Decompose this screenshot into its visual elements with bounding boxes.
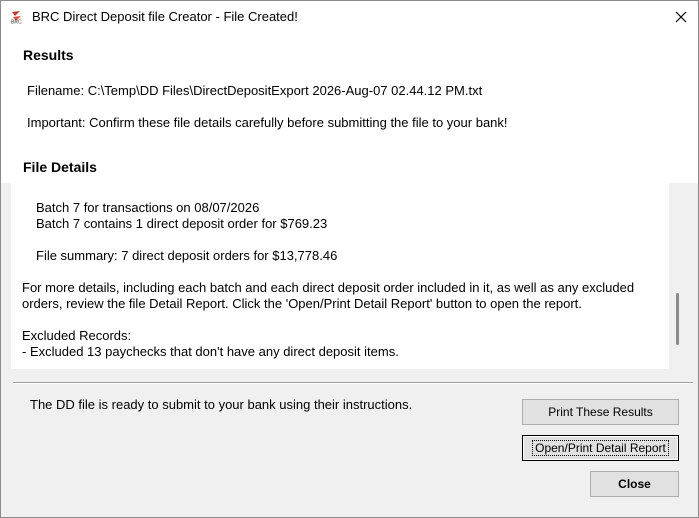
dialog-window: BRC BRC Direct Deposit file Creator - Fi… bbox=[0, 0, 699, 518]
filename-text: Filename: C:\Temp\DD Files\DirectDeposit… bbox=[27, 83, 483, 98]
title-bar: BRC BRC Direct Deposit file Creator - Fi… bbox=[1, 1, 698, 33]
detail-line: Excluded Records: bbox=[22, 328, 132, 343]
open-print-detail-report-button[interactable]: Open/Print Detail Report bbox=[522, 435, 679, 461]
detail-button-label: Open/Print Detail Report bbox=[532, 440, 669, 456]
detail-line: File summary: 7 direct deposit orders fo… bbox=[36, 248, 338, 263]
window-title: BRC Direct Deposit file Creator - File C… bbox=[32, 9, 298, 24]
detail-line: - Excluded 13 paychecks that don't have … bbox=[22, 344, 399, 359]
vertical-scrollbar[interactable] bbox=[669, 183, 686, 369]
results-heading: Results bbox=[23, 47, 74, 63]
file-details-heading: File Details bbox=[23, 159, 97, 175]
results-panel: Results Filename: C:\Temp\DD Files\Direc… bbox=[1, 33, 698, 183]
close-button[interactable]: Close bbox=[590, 471, 679, 497]
brc-app-icon: BRC bbox=[10, 10, 24, 26]
svg-text:BRC: BRC bbox=[11, 20, 22, 25]
window-close-button[interactable] bbox=[663, 1, 698, 33]
status-message: The DD file is ready to submit to your b… bbox=[30, 397, 413, 412]
file-details-textbox[interactable]: Batch 7 for transactions on 08/07/2026 B… bbox=[11, 183, 686, 369]
print-results-button[interactable]: Print These Results bbox=[522, 399, 679, 425]
close-icon bbox=[675, 11, 686, 23]
scrollbar-thumb[interactable] bbox=[676, 293, 679, 345]
detail-line: orders, review the file Detail Report. C… bbox=[22, 296, 582, 311]
important-text: Important: Confirm these file details ca… bbox=[27, 115, 508, 130]
separator-line bbox=[13, 382, 693, 384]
detail-line: Batch 7 contains 1 direct deposit order … bbox=[36, 216, 328, 231]
detail-line: For more details, including each batch a… bbox=[22, 280, 635, 295]
detail-line: Batch 7 for transactions on 08/07/2026 bbox=[36, 200, 260, 215]
